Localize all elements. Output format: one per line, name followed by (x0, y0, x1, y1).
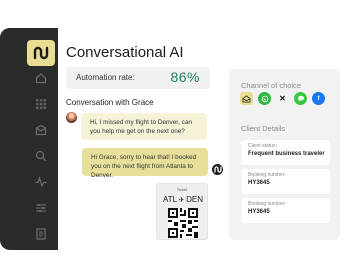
booking-number-box: Booking number: HY3645 (241, 169, 330, 194)
document-icon[interactable] (35, 227, 47, 240)
channel-list: ✕ f (240, 92, 325, 105)
imessage-icon[interactable] (294, 92, 307, 105)
email-icon[interactable] (240, 92, 253, 105)
booking-number-value: HY3645 (248, 180, 270, 186)
booking-number-label: Booking number: (248, 172, 286, 178)
automation-rate-value: 86% (170, 69, 200, 85)
sliders-icon[interactable] (35, 201, 47, 213)
inbox-icon[interactable] (35, 123, 47, 136)
client-details-heading: Client Details (241, 124, 286, 133)
conversation-heading: Conversation with Grace (66, 98, 154, 107)
customer-avatar (66, 112, 77, 123)
grid-icon[interactable] (35, 97, 47, 110)
automation-rate-label: Automation rate: (76, 73, 135, 82)
whatsapp-icon[interactable] (258, 92, 271, 105)
ticket-route: ATL ✈ DEN (163, 195, 203, 204)
facebook-icon[interactable]: f (312, 92, 325, 105)
agent-message: Hi Grace, sorry to hear that! I booked y… (82, 148, 208, 179)
customer-message: Hi, I missed my flight to Denver, can yo… (81, 113, 207, 140)
flight-ticket-card[interactable]: Ticket ATL ✈ DEN (156, 183, 208, 240)
x-icon[interactable]: ✕ (276, 92, 289, 105)
plane-icon: ✈ (178, 196, 185, 204)
automation-rate-card: Automation rate: 86% (66, 67, 210, 89)
booking-number-box: Booking number: HY3645 (241, 198, 330, 223)
client-status-box: Client status: Frequent business travele… (241, 140, 330, 165)
bot-avatar-icon (212, 164, 223, 175)
search-icon[interactable] (35, 149, 47, 162)
booking-number-label: Booking number: (248, 201, 286, 207)
client-status-label: Client status: (248, 143, 277, 149)
activity-icon[interactable] (35, 175, 47, 188)
origin-code: ATL (163, 195, 178, 204)
destination-code: DEN (186, 195, 203, 204)
booking-number-value: HY3645 (248, 209, 270, 215)
qr-code-icon (168, 208, 198, 238)
brand-logo-icon[interactable] (27, 40, 55, 66)
channel-heading: Channel of choice (241, 81, 302, 90)
client-status-value: Frequent business traveler (248, 151, 325, 157)
ticket-label: Ticket (176, 187, 188, 192)
page-title: Conversational AI (66, 44, 184, 61)
home-icon[interactable] (35, 71, 47, 84)
